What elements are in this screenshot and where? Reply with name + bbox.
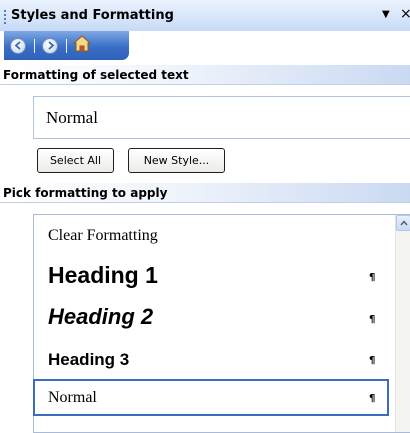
selected-text-section-header: Formatting of selected text [0, 65, 410, 85]
style-item-label: Heading 1 [48, 262, 158, 288]
home-icon [72, 35, 92, 56]
style-item-label: Heading 3 [48, 350, 130, 369]
paragraph-mark-icon: ¶ [369, 355, 376, 366]
styles-formatting-pane: Styles and Formatting ▼ × Formatting of … [0, 0, 410, 433]
style-item-clear-formatting[interactable]: Clear Formatting [34, 215, 398, 255]
toolbar-separator [34, 39, 35, 53]
pick-formatting-section-header: Pick formatting to apply [0, 183, 410, 203]
style-item-label: Heading 2 [48, 304, 154, 329]
current-style-box: Normal [33, 96, 410, 139]
pane-options-dropdown[interactable]: ▼ [382, 9, 390, 20]
drag-grip-handle[interactable] [4, 10, 6, 24]
style-item-heading-3[interactable]: Heading 3 ¶ [34, 341, 398, 379]
style-item-heading-2[interactable]: Heading 2 ¶ [34, 297, 398, 339]
selected-item-highlight [33, 379, 389, 416]
scroll-up-button[interactable] [396, 215, 410, 231]
chevron-up-icon [399, 220, 408, 226]
style-list[interactable]: Clear Formatting Heading 1 ¶ Heading 2 ¶… [33, 214, 410, 433]
close-icon[interactable]: × [400, 6, 410, 22]
task-pane-toolbar [4, 31, 129, 60]
select-all-button[interactable]: Select All [37, 148, 114, 173]
new-style-button[interactable]: New Style... [128, 148, 225, 173]
style-item-heading-1[interactable]: Heading 1 ¶ [34, 255, 398, 295]
forward-arrow-icon [42, 37, 58, 54]
pane-title: Styles and Formatting [11, 8, 174, 23]
back-button[interactable] [8, 36, 28, 55]
paragraph-mark-icon: ¶ [369, 272, 376, 283]
paragraph-mark-icon: ¶ [369, 314, 376, 325]
home-button[interactable] [72, 35, 92, 56]
current-style-value: Normal [46, 108, 98, 127]
vertical-scrollbar[interactable] [395, 215, 410, 432]
style-item-label: Clear Formatting [48, 227, 158, 244]
toolbar-separator [66, 39, 67, 53]
pane-title-bar: Styles and Formatting ▼ × [0, 0, 410, 31]
back-arrow-icon [10, 37, 26, 54]
forward-button[interactable] [40, 36, 60, 55]
